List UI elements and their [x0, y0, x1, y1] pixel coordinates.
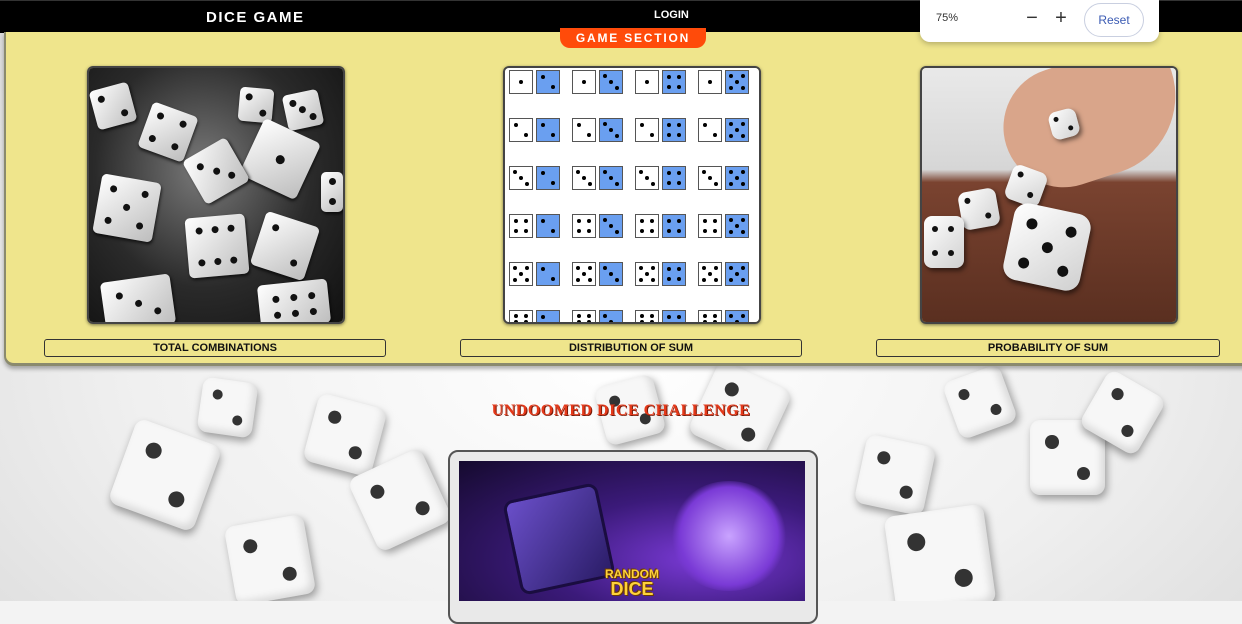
dice-pair — [635, 262, 687, 286]
login-link[interactable]: LOGIN — [654, 9, 689, 21]
dice-pair — [572, 262, 624, 286]
dice-pair — [509, 214, 561, 238]
dice-pair — [635, 118, 687, 142]
random-dice-challenge-image[interactable]: RANDOM DICE — [459, 461, 805, 601]
total-combinations-label[interactable]: TOTAL COMBINATIONS — [44, 339, 386, 357]
dice-pair — [635, 310, 687, 322]
challenge-title: UNDOOMED DICE CHALLENGE — [491, 402, 751, 419]
total-combinations-image[interactable] — [87, 66, 345, 324]
dice-pair — [635, 166, 687, 190]
random-dice-logo: RANDOM DICE — [605, 567, 659, 599]
dice-pair — [572, 310, 624, 322]
dice-pair — [698, 70, 750, 94]
dice-pair — [635, 214, 687, 238]
probability-of-sum-image[interactable] — [920, 66, 1178, 324]
zoom-popup: 75% − + Reset — [920, 0, 1159, 42]
dice-pair — [572, 166, 624, 190]
probability-of-sum-label[interactable]: PROBABILITY OF SUM — [876, 339, 1220, 357]
dice-pair — [698, 262, 750, 286]
dice-pair — [509, 70, 561, 94]
game-section-tag: GAME SECTION — [560, 28, 706, 48]
dice-pair — [572, 118, 624, 142]
dice-pair — [635, 70, 687, 94]
zoom-out-button[interactable]: − — [1024, 7, 1040, 29]
dice-pair — [509, 118, 561, 142]
dice-pair — [572, 70, 624, 94]
dice-pair — [698, 310, 750, 322]
dice-pair — [698, 118, 750, 142]
dice-pair — [572, 214, 624, 238]
zoom-in-button[interactable]: + — [1053, 7, 1069, 29]
dice-pair — [509, 166, 561, 190]
distribution-of-sum-label[interactable]: DISTRIBUTION OF SUM — [460, 339, 802, 357]
brand-title[interactable]: DICE GAME — [206, 9, 305, 26]
zoom-level: 75% — [936, 12, 959, 24]
dice-pair — [509, 262, 561, 286]
dice-pair — [698, 214, 750, 238]
dice-pair — [509, 310, 561, 322]
dice-pair — [698, 166, 750, 190]
zoom-reset-button[interactable]: Reset — [1084, 3, 1144, 37]
distribution-of-sum-image[interactable] — [503, 66, 761, 324]
